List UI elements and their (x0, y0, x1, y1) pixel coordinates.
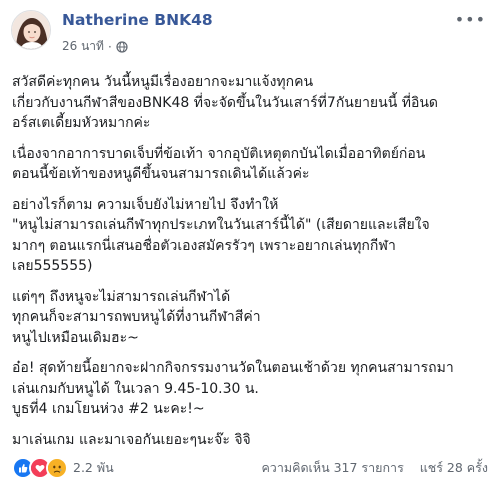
reaction-count: 2.2 พัน (73, 460, 114, 475)
post-footer: 2.2 พัน ความคิดเห็น 317 รายการ แชร์ 28 ค… (12, 455, 488, 481)
post-text-line: เกี่ยวกับงานกีฬาสีของBNK48 ที่จะจัดขึ้นใ… (12, 94, 439, 111)
post-text-line: มากๆ ตอนแรกนี่เสนอชื่อตัวเองสมัครรัวๆ เพ… (12, 237, 396, 254)
sad-reaction-icon (46, 457, 68, 479)
post-paragraph: สวัสดีค่ะทุกคน วันนี้หนูมีเรื่องอยากจะมา… (12, 72, 492, 134)
shares-count-link[interactable]: แชร์ 28 ครั้ง (420, 460, 488, 475)
post-text-line: เลย555555) (12, 258, 93, 274)
post-text-line: หนูไปเหมือนเดิมฮะ~ (12, 329, 139, 346)
post-text-line: แต่ๆๆ ถึงหนูจะไม่สามารถเล่นกีฬาได้ (12, 288, 231, 305)
facebook-post: Natherine BNK48 26 นาที · ••• สวัสดีค่ะท… (0, 0, 500, 489)
post-time[interactable]: 26 นาที (62, 37, 104, 56)
avatar-image (12, 11, 50, 49)
comments-count-link[interactable]: ความคิดเห็น 317 รายการ (261, 460, 403, 475)
post-text-line: ตอนนี้ข้อเท้าของหนูดีขึ้นจนสามารถเดินได้… (12, 166, 310, 182)
post-text-line: อย่างไรก็ตาม ความเจ็บยังไม่หายไป จึงทำให… (12, 196, 279, 213)
post-text-line: อร์สเตเดี้ยมหัวหมากค่ะ (12, 115, 151, 131)
post-text-line: บูธที่4 เกมโยนห่วง #2 นะคะ!~ (12, 401, 205, 417)
post-paragraph: แต่ๆๆ ถึงหนูจะไม่สามารถเล่นกีฬาได้ทุกคนก… (12, 287, 492, 349)
globe-icon[interactable] (116, 40, 128, 53)
post-meta: 26 นาที · (62, 37, 128, 56)
post-text-line: "หนูไม่สามารถเล่นกีฬาทุกประเภทในวันเสาร์… (12, 217, 430, 233)
post-text-line: เล่นเกมกับหนูได้ ในเวลา 9.45-10.30 น. (12, 380, 259, 397)
engagement-stats: ความคิดเห็น 317 รายการ แชร์ 28 ครั้ง (261, 458, 488, 478)
post-text-line: สวัสดีค่ะทุกคน วันนี้หนูมีเรื่องอยากจะมา… (12, 74, 314, 90)
post-paragraph: มาเล่นเกม และมาเจอกันเยอะๆนะจ๊ะ จิจิ (12, 430, 492, 451)
reactions-summary[interactable]: 2.2 พัน (12, 457, 114, 479)
post-text-line: อ๋อ! สุดท้ายนี้อยากจะฝากกิจกรรมงานวัดในต… (12, 360, 454, 376)
post-paragraph: เนื่องจากอาการบาดเจ็บที่ข้อเท้า จากอุบัต… (12, 144, 492, 185)
post-text-line: เนื่องจากอาการบาดเจ็บที่ข้อเท้า จากอุบัต… (12, 145, 426, 162)
post-text-line: ทุกคนก็จะสามารถพบหนูได้ที่งานกีฬาสีค่า (12, 309, 261, 325)
post-paragraph: อย่างไรก็ตาม ความเจ็บยังไม่หายไป จึงทำให… (12, 195, 492, 277)
avatar[interactable] (11, 10, 51, 50)
post-paragraph: อ๋อ! สุดท้ายนี้อยากจะฝากกิจกรรมงานวัดในต… (12, 358, 492, 420)
post-body: สวัสดีค่ะทุกคน วันนี้หนูมีเรื่องอยากจะมา… (12, 72, 492, 460)
post-text-line: มาเล่นเกม และมาเจอกันเยอะๆนะจ๊ะ จิจิ (12, 431, 251, 448)
author-name[interactable]: Natherine BNK48 (62, 11, 213, 29)
more-options-icon[interactable]: ••• (455, 12, 486, 28)
meta-separator: · (107, 39, 112, 54)
